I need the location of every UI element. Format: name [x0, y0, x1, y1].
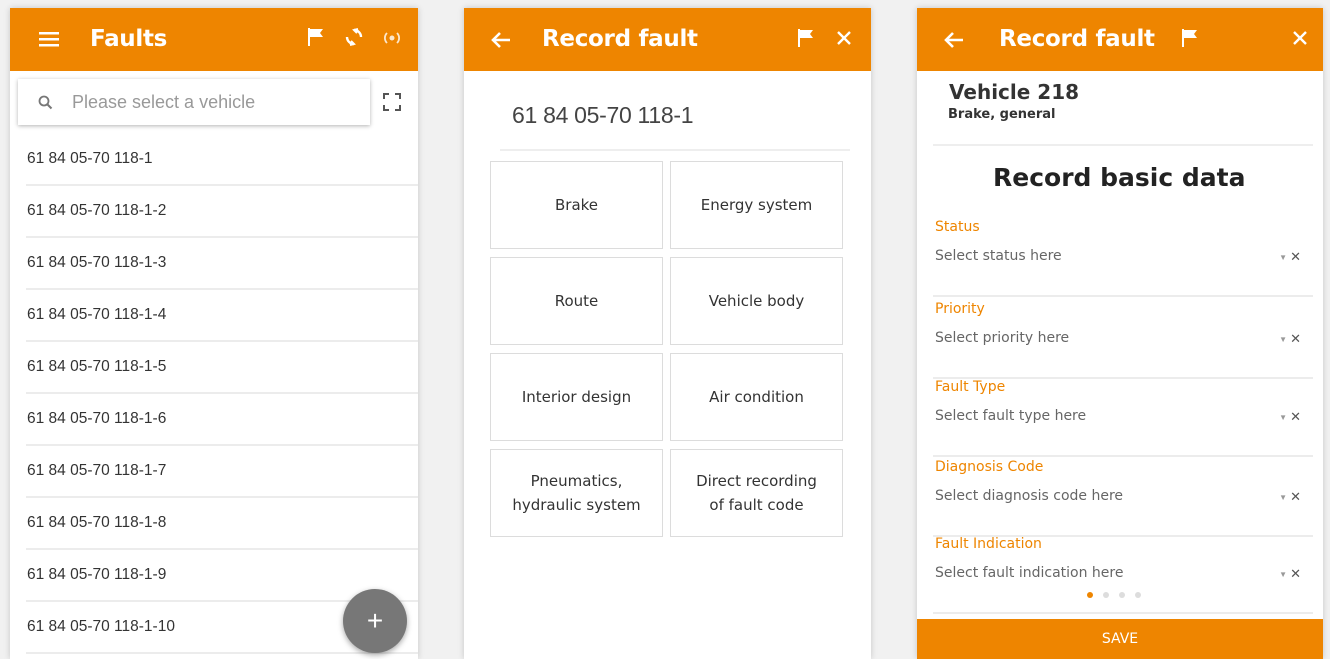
- fault-category: Brake, general: [948, 107, 1056, 122]
- flag-icon[interactable]: [795, 27, 817, 49]
- page-dot[interactable]: [1135, 592, 1141, 598]
- section-title: Record basic data: [993, 163, 1246, 192]
- dropdown-caret-icon[interactable]: ▼: [1279, 253, 1287, 262]
- category-label: Air condition: [709, 388, 804, 406]
- clear-icon[interactable]: ✕: [1290, 249, 1301, 265]
- category-label: Brake: [554, 196, 599, 214]
- page-title: Record fault: [542, 26, 698, 52]
- field-placeholder: Select priority here: [935, 330, 1070, 346]
- search-placeholder: Please select a vehicle: [72, 91, 256, 112]
- list-item[interactable]: 61 84 05-70 118-1-3: [26, 238, 418, 290]
- field-label: Diagnosis Code: [935, 459, 1044, 475]
- app-bar: Record fault: [464, 8, 871, 71]
- category-pneumatics-hydraulic[interactable]: Pneumatics, hydraulic system: [490, 449, 663, 537]
- vehicle-list: 61 84 05-70 118-1 61 84 05-70 118-1-2 61…: [10, 134, 418, 654]
- list-item[interactable]: 61 84 05-70 118-1: [26, 134, 418, 186]
- add-fault-button[interactable]: +: [343, 589, 407, 653]
- fault-indication-field[interactable]: Fault Indication Select fault indication…: [933, 536, 1313, 614]
- category-route[interactable]: Route: [490, 257, 663, 345]
- category-brake[interactable]: Brake: [490, 161, 663, 249]
- app-bar: Faults: [10, 8, 418, 71]
- category-interior-design[interactable]: Interior design: [490, 353, 663, 441]
- vehicle-search-input[interactable]: Please select a vehicle: [18, 79, 370, 125]
- fullscreen-icon[interactable]: [383, 93, 401, 116]
- dropdown-caret-icon[interactable]: ▼: [1279, 413, 1287, 422]
- category-label: Vehicle body: [708, 292, 805, 310]
- divider: [500, 149, 850, 151]
- page-indicator: [1087, 592, 1141, 598]
- priority-field[interactable]: Priority Select priority here ▼ ✕: [933, 301, 1313, 379]
- list-item[interactable]: 61 84 05-70 118-1-6: [26, 394, 418, 446]
- field-label: Priority: [935, 301, 985, 317]
- category-direct-fault-code[interactable]: Direct recording of fault code: [670, 449, 843, 537]
- divider: [933, 144, 1313, 146]
- field-placeholder: Select status here: [935, 248, 1062, 264]
- record-basic-data-screen: Record fault Vehicle 218 Brake, general …: [917, 8, 1323, 659]
- clear-icon[interactable]: ✕: [1290, 409, 1301, 425]
- nfc-icon[interactable]: [380, 28, 404, 48]
- clear-icon[interactable]: ✕: [1290, 331, 1301, 347]
- fault-type-field[interactable]: Fault Type Select fault type here ▼ ✕: [933, 379, 1313, 457]
- field-label: Fault Indication: [935, 536, 1042, 552]
- dropdown-caret-icon[interactable]: ▼: [1279, 493, 1287, 502]
- faults-list-screen: Faults Please select a vehicle 61 84 05-…: [10, 8, 418, 659]
- dropdown-caret-icon[interactable]: ▼: [1279, 335, 1287, 344]
- list-item[interactable]: 61 84 05-70 118-1-4: [26, 290, 418, 342]
- category-label: Route: [554, 292, 599, 310]
- app-bar: Record fault: [917, 8, 1323, 71]
- field-placeholder: Select fault type here: [935, 408, 1087, 424]
- category-energy-system[interactable]: Energy system: [670, 161, 843, 249]
- category-air-condition[interactable]: Air condition: [670, 353, 843, 441]
- field-label: Fault Type: [935, 379, 1006, 395]
- back-arrow-icon[interactable]: [490, 29, 512, 51]
- page-dot[interactable]: [1087, 592, 1093, 598]
- list-item[interactable]: 61 84 05-70 118-1-8: [26, 498, 418, 550]
- clear-icon[interactable]: ✕: [1290, 489, 1301, 505]
- save-button[interactable]: SAVE: [917, 619, 1323, 659]
- category-label: Energy system: [700, 196, 813, 214]
- page-dot[interactable]: [1119, 592, 1125, 598]
- record-fault-category-screen: Record fault 61 84 05-70 118-1 Brake Ene…: [464, 8, 871, 659]
- plus-icon: +: [366, 605, 384, 636]
- category-vehicle-body[interactable]: Vehicle body: [670, 257, 843, 345]
- page-title: Faults: [90, 26, 168, 52]
- close-icon[interactable]: [834, 28, 854, 48]
- vehicle-title: Vehicle 218: [949, 80, 1080, 104]
- flag-icon[interactable]: [305, 26, 327, 48]
- list-item[interactable]: 61 84 05-70 118-1-5: [26, 342, 418, 394]
- dropdown-caret-icon[interactable]: ▼: [1279, 570, 1287, 579]
- page-dot[interactable]: [1103, 592, 1109, 598]
- field-placeholder: Select fault indication here: [935, 565, 1124, 581]
- category-label: Pneumatics, hydraulic system: [512, 472, 641, 514]
- list-item[interactable]: 61 84 05-70 118-1-7: [26, 446, 418, 498]
- field-placeholder: Select diagnosis code here: [935, 488, 1124, 504]
- status-field[interactable]: Status Select status here ▼ ✕: [933, 219, 1313, 297]
- close-icon[interactable]: [1290, 28, 1310, 48]
- field-label: Status: [935, 219, 980, 235]
- clear-icon[interactable]: ✕: [1290, 566, 1301, 582]
- back-arrow-icon[interactable]: [943, 29, 965, 51]
- category-label: Interior design: [521, 388, 632, 406]
- category-label: Direct recording of fault code: [696, 472, 817, 514]
- sync-icon[interactable]: [343, 26, 365, 48]
- list-item[interactable]: 61 84 05-70 118-1-2: [26, 186, 418, 238]
- vehicle-number: 61 84 05-70 118-1: [512, 102, 694, 128]
- page-title: Record fault: [999, 26, 1155, 52]
- flag-icon[interactable]: [1179, 27, 1201, 49]
- diagnosis-code-field[interactable]: Diagnosis Code Select diagnosis code her…: [933, 459, 1313, 537]
- search-icon: [38, 95, 53, 110]
- menu-icon[interactable]: [38, 28, 60, 50]
